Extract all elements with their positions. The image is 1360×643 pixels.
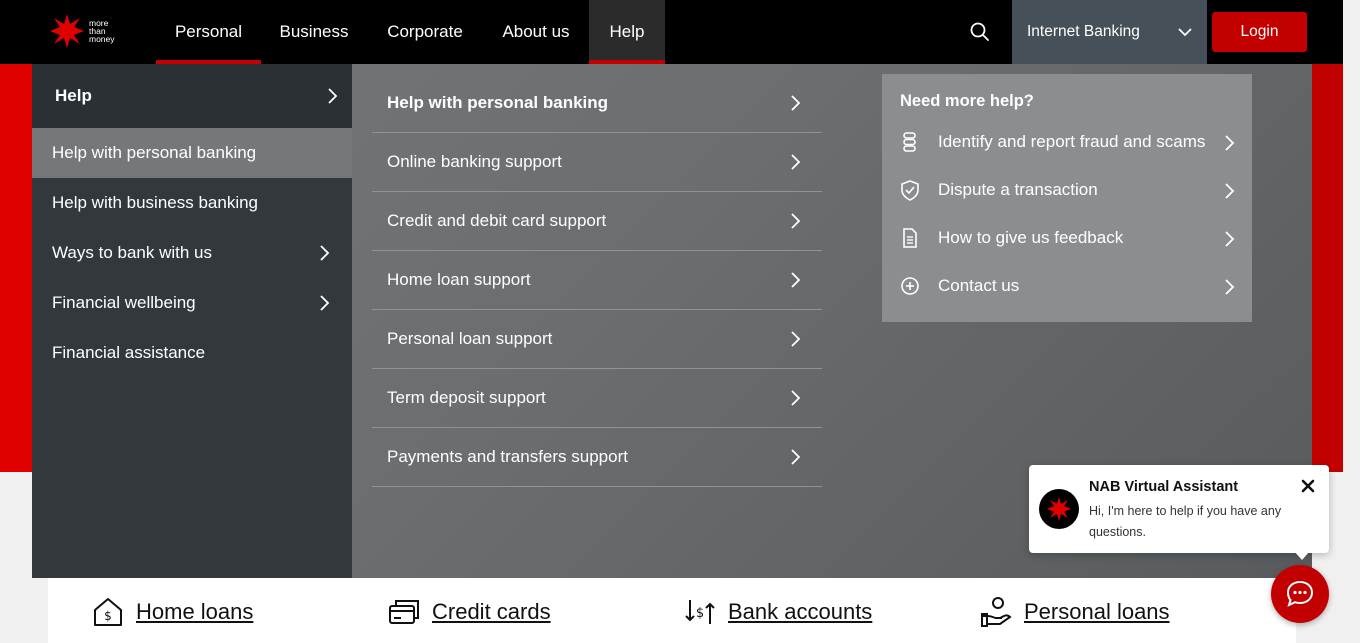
more-help-label: Dispute a transaction (938, 180, 1098, 199)
submenu-item-label: Home loan support (387, 270, 531, 289)
submenu-item-term-deposit-support[interactable]: Term deposit support (372, 369, 822, 428)
close-icon[interactable] (1299, 477, 1317, 495)
nab-star-icon (1047, 497, 1071, 521)
assistant-title: NAB Virtual Assistant (1089, 479, 1239, 495)
link-dispute-transaction[interactable]: Dispute a transaction (882, 166, 1252, 214)
top-navigation: more than money Personal Business Corpor… (0, 0, 1343, 64)
nav-about-us[interactable]: About us (490, 0, 582, 64)
nab-logo[interactable]: more than money (50, 14, 130, 50)
chevron-right-icon (791, 331, 801, 347)
submenu-item-payments-transfers-support[interactable]: Payments and transfers support (372, 428, 822, 487)
submenu-item-label: Term deposit support (387, 388, 546, 407)
submenu-item-label: Help with personal banking (387, 93, 609, 112)
shield-check-icon (901, 180, 919, 201)
submenu-item-personal-loan-support[interactable]: Personal loan support (372, 310, 822, 369)
hand-coins-icon (981, 597, 1012, 627)
quick-link-credit-cards[interactable]: Credit cards (388, 592, 588, 632)
hero-background-edge (0, 64, 32, 472)
chevron-right-icon (1225, 135, 1235, 151)
chevron-right-icon (791, 272, 801, 288)
logo-text: more than money (89, 18, 115, 44)
sidebar-item-label: Help with business banking (52, 193, 259, 212)
sidebar-item-financial-assistance[interactable]: Financial assistance (32, 328, 352, 378)
quick-link-label: Bank accounts (728, 599, 873, 624)
chevron-right-icon (320, 295, 330, 311)
quick-link-personal-loans[interactable]: Personal loans (980, 592, 1200, 632)
quick-link-label: Personal loans (1024, 599, 1170, 624)
more-help-label: Identify and report fraud and scams (938, 132, 1206, 151)
svg-text:$: $ (696, 606, 704, 621)
sidebar-item-ways-to-bank[interactable]: Ways to bank with us (32, 228, 352, 278)
sidebar-item-label: Help with personal banking (52, 143, 257, 162)
link-give-feedback[interactable]: How to give us feedback (882, 214, 1252, 262)
search-icon (970, 22, 989, 41)
fraud-icon (903, 132, 916, 152)
chevron-right-icon (1225, 279, 1235, 295)
chevron-right-icon (1225, 183, 1235, 199)
link-contact-us[interactable]: Contact us (882, 262, 1252, 310)
chevron-right-icon (791, 95, 801, 111)
mega-menu-heading-label: Help (55, 86, 92, 105)
assistant-avatar (1039, 489, 1079, 529)
nav-help[interactable]: Help (589, 0, 665, 64)
internet-banking-dropdown[interactable]: Internet Banking (1012, 0, 1207, 64)
chevron-right-icon (320, 245, 330, 261)
submenu-item-card-support[interactable]: Credit and debit card support (372, 192, 822, 251)
sidebar-item-label: Financial assistance (52, 343, 206, 362)
submenu-item-label: Payments and transfers support (387, 447, 628, 466)
submenu-item-label: Online banking support (387, 152, 562, 171)
more-help-label: How to give us feedback (938, 228, 1124, 247)
need-more-help-title: Need more help? (900, 92, 1034, 110)
sidebar-item-help-personal-banking[interactable]: Help with personal banking (32, 128, 352, 178)
mega-menu-sidebar: Help Help with personal banking Help wit… (32, 64, 352, 578)
sidebar-item-label: Ways to bank with us (52, 243, 212, 262)
submenu-item-home-loan-support[interactable]: Home loan support (372, 251, 822, 310)
internet-banking-label: Internet Banking (1027, 23, 1140, 40)
house-dollar-icon: $ (94, 598, 122, 626)
need-more-help-panel: Need more help? Identify and report frau… (882, 74, 1252, 322)
login-button[interactable]: Login (1212, 12, 1307, 52)
chevron-right-icon (791, 390, 801, 406)
page-scrollbar[interactable] (1343, 0, 1360, 643)
search-button[interactable] (966, 18, 994, 46)
submenu-item-help-personal-banking[interactable]: Help with personal banking (372, 74, 822, 133)
submenu-item-label: Credit and debit card support (387, 211, 607, 230)
chevron-right-icon (791, 449, 801, 465)
link-report-fraud[interactable]: Identify and report fraud and scams (882, 118, 1252, 166)
submenu-item-online-banking-support[interactable]: Online banking support (372, 133, 822, 192)
document-icon (903, 228, 917, 248)
chevron-down-icon (1178, 28, 1192, 37)
mega-menu-heading[interactable]: Help (32, 64, 352, 130)
nav-business[interactable]: Business (266, 0, 362, 64)
chevron-right-icon (328, 88, 338, 104)
quick-link-home-loans[interactable]: $ Home loans (92, 592, 292, 632)
nav-personal[interactable]: Personal (156, 0, 261, 64)
quick-link-label: Home loans (136, 599, 254, 624)
svg-text:$: $ (104, 609, 112, 623)
quick-link-label: Credit cards (432, 599, 551, 624)
chevron-right-icon (1225, 231, 1235, 247)
more-help-label: Contact us (938, 276, 1020, 295)
credit-card-icon (389, 600, 419, 624)
sidebar-item-help-business-banking[interactable]: Help with business banking (32, 178, 352, 228)
nab-star-icon (50, 14, 84, 48)
transfer-icon: $ (685, 600, 715, 624)
quick-link-bank-accounts[interactable]: $ Bank accounts (684, 592, 904, 632)
sidebar-item-label: Financial wellbeing (52, 293, 196, 312)
virtual-assistant-popup[interactable]: NAB Virtual Assistant Hi, I'm here to he… (1029, 465, 1329, 560)
chat-bubble-icon (1286, 580, 1314, 607)
chevron-right-icon (791, 154, 801, 170)
sidebar-item-financial-wellbeing[interactable]: Financial wellbeing (32, 278, 352, 328)
popup-tail (1294, 551, 1310, 560)
assistant-message: Hi, I'm here to help if you have any que… (1089, 504, 1282, 539)
chat-button[interactable] (1271, 565, 1329, 623)
chevron-right-icon (791, 213, 801, 229)
plus-circle-icon (901, 277, 919, 295)
nav-corporate[interactable]: Corporate (376, 0, 474, 64)
submenu-item-label: Personal loan support (387, 329, 553, 348)
